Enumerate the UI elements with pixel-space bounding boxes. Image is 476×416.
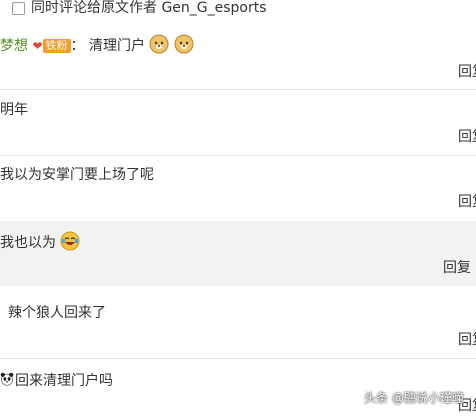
comment-username[interactable]: 梦想 [0,38,28,54]
comment-text: 我以为安掌门要上场了呢 [0,167,154,183]
fan-badge-label: 铁粉 [42,39,71,53]
reply-button[interactable]: 回复 [458,62,476,82]
comment-item: 梦想 ❤铁粉： 清理门户 回复 [0,28,476,88]
comment-body: 我也以为 [0,231,80,253]
watermark: 头条 @聽说小瑾曈 [364,391,464,405]
comment-item: 明年 回复 [0,90,476,154]
reply-button[interactable]: 回复 [458,127,476,147]
comment-item: 辣个狼人回来了 回复 [0,287,476,357]
comment-separator: ： [70,38,85,54]
heart-icon: ❤ [32,39,43,53]
comment-item: 我以为安掌门要上场了呢 回复 [0,156,476,220]
laughing-crying-icon [60,231,80,251]
reply-button[interactable]: 回复 [458,330,476,350]
comment-item: 回来清理门户吗 回复 [0,359,476,415]
comment-body: 回来清理门户吗 [0,369,113,391]
comment-text: 清理门户 [88,38,145,54]
comment-text: 明年 [0,102,28,118]
sync-comment-label: 同时评论给原文作者 Gen_G_esports [31,0,267,16]
panda-icon [0,372,14,386]
sync-comment-option[interactable]: 同时评论给原文作者 Gen_G_esports [0,0,476,20]
comment-item-highlighted: 我也以为 回复 [0,221,476,286]
doge-icon [174,34,194,54]
comment-text: 回来清理门户吗 [15,373,113,389]
reply-button[interactable]: 回复 [443,258,471,278]
comment-body: 梦想 ❤ 铁粉： 清理门户 [0,34,194,56]
doge-icon [149,34,169,54]
fan-badge[interactable]: ❤ 铁粉 [32,38,71,54]
comment-text: 辣个狼人回来了 [8,305,106,321]
reply-button[interactable]: 回复 [458,192,476,212]
sync-comment-checkbox[interactable] [12,2,25,15]
comment-text: 我也以为 [0,235,56,251]
